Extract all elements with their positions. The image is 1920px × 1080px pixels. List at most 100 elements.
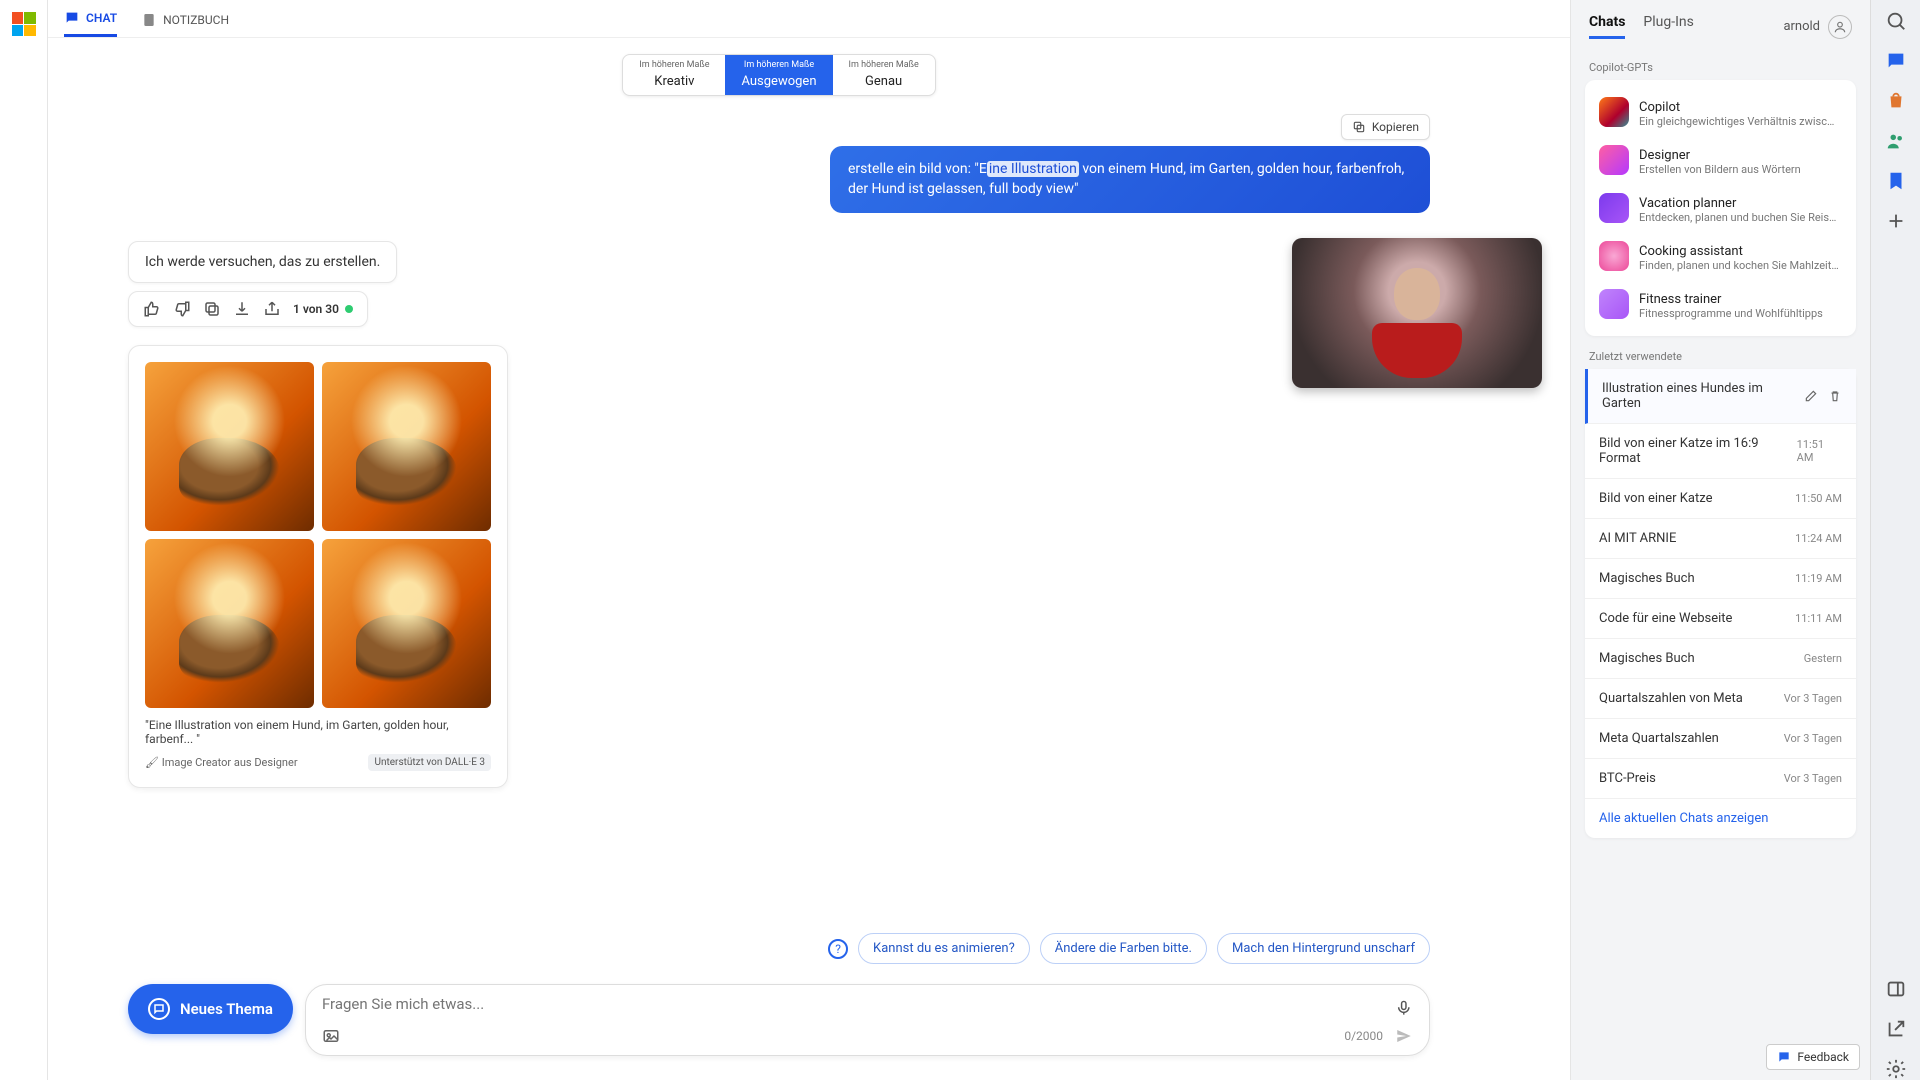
external-rail-icon[interactable] (1885, 1018, 1907, 1040)
gpt-item[interactable]: Vacation plannerEntdecken, planen und bu… (1593, 184, 1848, 232)
recent-item[interactable]: Bild von einer Katze11:50 AM (1585, 479, 1856, 519)
gpt-icon (1599, 193, 1629, 223)
user-chip[interactable]: arnold (1783, 15, 1852, 39)
top-tabs: CHAT NOTIZBUCH (48, 0, 1570, 38)
feedback-label: Feedback (1797, 1050, 1849, 1064)
send-icon[interactable] (1395, 1027, 1413, 1045)
show-all-chats[interactable]: Alle aktuellen Chats anzeigen (1585, 799, 1856, 838)
feedback-icon (1777, 1050, 1791, 1064)
gpt-desc: Entdecken, planen und buchen Sie Reisen (1639, 211, 1839, 224)
rtab-chats[interactable]: Chats (1589, 14, 1625, 39)
gpt-name: Cooking assistant (1639, 244, 1743, 259)
avatar-icon (1828, 15, 1852, 39)
share-icon[interactable] (263, 300, 281, 318)
image-upload-icon[interactable] (322, 1027, 340, 1045)
chat-icon (64, 10, 80, 26)
style-balanced-label: Ausgewogen (741, 74, 816, 89)
recent-item[interactable]: AI MIT ARNIE11:24 AM (1585, 519, 1856, 559)
style-precise[interactable]: Im höheren Maße Genau (833, 55, 935, 95)
recent-item[interactable]: Magisches Buch11:19 AM (1585, 559, 1856, 599)
feedback-button[interactable]: Feedback (1766, 1044, 1860, 1070)
copy-label: Kopieren (1372, 120, 1419, 134)
microphone-icon[interactable] (1395, 999, 1413, 1017)
recent-title: Illustration eines Hundes im Garten (1602, 381, 1804, 411)
thumbs-down-icon[interactable] (173, 300, 191, 318)
suggestion-row: ? Kannst du es animieren? Ändere die Far… (48, 933, 1430, 964)
new-topic-button[interactable]: Neues Thema (128, 984, 293, 1034)
panel-rail-icon[interactable] (1885, 978, 1907, 1000)
section-gpts-label: Copilot-GPTs (1589, 61, 1852, 74)
download-icon[interactable] (233, 300, 251, 318)
style-creative[interactable]: Im höheren Maße Kreativ (623, 55, 725, 95)
status-dot-icon (345, 305, 353, 313)
rtab-plugins[interactable]: Plug-Ins (1643, 14, 1693, 39)
recent-title: BTC-Preis (1599, 771, 1656, 786)
chat-rail-icon[interactable] (1885, 50, 1907, 72)
bookmark-rail-icon[interactable] (1885, 170, 1907, 192)
delete-icon[interactable] (1828, 389, 1842, 403)
style-selector: Im höheren Maße Kreativ Im höheren Maße … (128, 54, 1430, 96)
style-prefix: Im höheren Maße (849, 61, 919, 70)
question-icon[interactable]: ? (828, 939, 848, 959)
recent-time: 11:19 AM (1795, 572, 1842, 585)
add-rail-icon[interactable] (1885, 210, 1907, 232)
user-name: arnold (1783, 19, 1820, 34)
recent-item[interactable]: Quartalszahlen von MetaVor 3 Tagen (1585, 679, 1856, 719)
gpt-item[interactable]: Fitness trainerFitnessprogramme und Wohl… (1593, 280, 1848, 328)
gpt-item[interactable]: CopilotEin gleichgewichtiges Verhältnis … (1593, 88, 1848, 136)
recent-time: Gestern (1804, 652, 1842, 665)
gpt-item[interactable]: Cooking assistantFinden, planen und koch… (1593, 232, 1848, 280)
style-balanced[interactable]: Im höheren Maße Ausgewogen (725, 55, 832, 95)
generated-image-3[interactable] (145, 539, 314, 708)
shopping-rail-icon[interactable] (1885, 90, 1907, 112)
new-topic-icon (148, 998, 170, 1020)
gpt-icon (1599, 241, 1629, 271)
edit-icon[interactable] (1804, 389, 1818, 403)
recent-item[interactable]: Bild von einer Katze im 16:9 Format11:51… (1585, 424, 1856, 479)
recent-title: Meta Quartalszahlen (1599, 731, 1719, 746)
settings-rail-icon[interactable] (1885, 1058, 1907, 1080)
suggestion-3[interactable]: Mach den Hintergrund unscharf (1217, 933, 1430, 964)
recent-time: 11:50 AM (1795, 492, 1842, 505)
response-counter: 1 von 30 (293, 302, 353, 316)
recent-item[interactable]: Meta Quartalszahlen Vor 3 Tagen (1585, 719, 1856, 759)
style-precise-label: Genau (865, 74, 902, 89)
recent-time: Vor 3 Tagen (1784, 732, 1842, 745)
gpt-desc: Finden, planen und kochen Sie Mahlzeiten (1639, 259, 1839, 272)
user-message: erstelle ein bild von: "Eine Illustratio… (830, 146, 1430, 213)
char-counter: 0/2000 (1344, 1029, 1383, 1043)
search-rail-icon[interactable] (1885, 10, 1907, 32)
suggestion-1[interactable]: Kannst du es animieren? (858, 933, 1030, 964)
recent-item[interactable]: BTC-Preis Vor 3 Tagen (1585, 759, 1856, 799)
tab-notebook[interactable]: NOTIZBUCH (141, 10, 229, 37)
dalle-badge: Unterstützt von DALL·E 3 (368, 754, 491, 771)
suggestion-2[interactable]: Ändere die Farben bitte. (1040, 933, 1207, 964)
new-topic-label: Neues Thema (180, 1000, 273, 1018)
recent-item[interactable]: Illustration eines Hundes im Garten (1585, 369, 1856, 424)
chat-scroll[interactable]: Im höheren Maße Kreativ Im höheren Maße … (48, 38, 1570, 913)
recent-time: Vor 3 Tagen (1784, 772, 1842, 785)
image-result-card: "Eine Illustration von einem Hund, im Ga… (128, 345, 508, 788)
people-rail-icon[interactable] (1885, 130, 1907, 152)
user-msg-highlight: ine Illustration (987, 161, 1079, 177)
generated-image-4[interactable] (322, 539, 491, 708)
gpt-icon (1599, 97, 1629, 127)
image-credit: 🖌 Image Creator aus Designer (145, 756, 298, 769)
copy-action-icon[interactable] (203, 300, 221, 318)
style-prefix: Im höheren Maße (639, 61, 709, 70)
generated-image-1[interactable] (145, 362, 314, 531)
gpt-icon (1599, 145, 1629, 175)
copy-button[interactable]: Kopieren (1341, 114, 1430, 140)
message-block: Kopieren erstelle ein bild von: "Eine Il… (128, 114, 1430, 213)
recent-item[interactable]: Magisches BuchGestern (1585, 639, 1856, 679)
input-box[interactable]: 0/2000 (305, 984, 1430, 1056)
gpt-item[interactable]: DesignerErstellen von Bildern aus Wörter… (1593, 136, 1848, 184)
gpt-name: Copilot (1639, 100, 1680, 115)
chat-input[interactable] (322, 995, 1386, 1021)
recent-title: Bild von einer Katze im 16:9 Format (1599, 436, 1797, 466)
tab-chat[interactable]: CHAT (64, 10, 117, 37)
thumbs-up-icon[interactable] (143, 300, 161, 318)
generated-image-2[interactable] (322, 362, 491, 531)
recent-item[interactable]: Code für eine Webseite11:11 AM (1585, 599, 1856, 639)
assistant-message: Ich werde versuchen, das zu erstellen. (128, 241, 397, 283)
